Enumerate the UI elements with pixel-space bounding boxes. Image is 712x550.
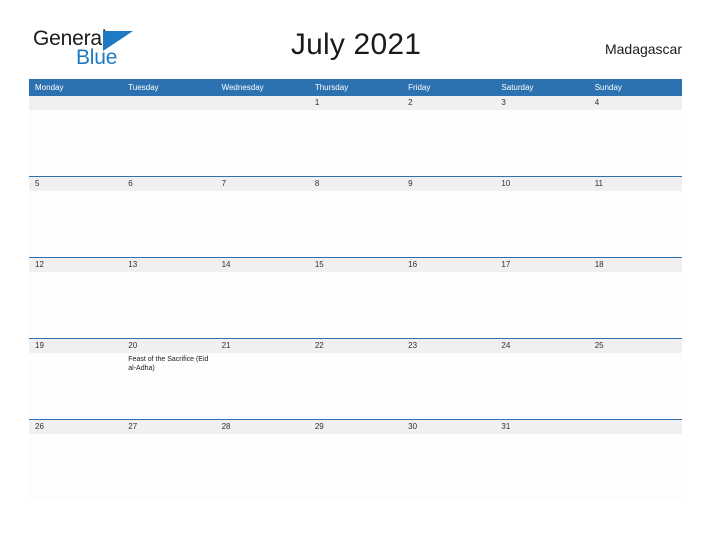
day-number-empty (216, 96, 309, 110)
day-number-18[interactable]: 18 (589, 258, 682, 272)
day-cell-empty (29, 272, 122, 338)
day-cell-empty (589, 191, 682, 257)
week-body-band (29, 272, 682, 338)
weekday-header-saturday: Saturday (501, 83, 534, 92)
day-number-21[interactable]: 21 (216, 339, 309, 353)
day-cell-empty (309, 353, 402, 419)
day-cell-empty (29, 434, 122, 500)
day-cell-empty (402, 272, 495, 338)
day-cell-empty (122, 110, 215, 176)
day-number-30[interactable]: 30 (402, 420, 495, 434)
day-number-9[interactable]: 9 (402, 177, 495, 191)
week-body-band: Feast of the Sacrifice (Eid al-Adha) (29, 353, 682, 419)
day-number-29[interactable]: 29 (309, 420, 402, 434)
day-number-6[interactable]: 6 (122, 177, 215, 191)
day-cell-empty (402, 110, 495, 176)
day-number-26[interactable]: 26 (29, 420, 122, 434)
day-cell-empty (216, 353, 309, 419)
day-number-28[interactable]: 28 (216, 420, 309, 434)
day-cell-empty (29, 110, 122, 176)
day-number-14[interactable]: 14 (216, 258, 309, 272)
day-number-19[interactable]: 19 (29, 339, 122, 353)
week-number-band: 26 27 28 29 30 31 (29, 420, 682, 434)
day-cell-empty (589, 110, 682, 176)
day-cell-empty (122, 191, 215, 257)
day-number-23[interactable]: 23 (402, 339, 495, 353)
day-number-12[interactable]: 12 (29, 258, 122, 272)
day-cell-empty (122, 434, 215, 500)
day-cell-empty (402, 434, 495, 500)
day-cell-empty (495, 272, 588, 338)
day-cell-empty (495, 434, 588, 500)
day-cell-empty (122, 272, 215, 338)
day-cell-empty (309, 272, 402, 338)
day-number-17[interactable]: 17 (495, 258, 588, 272)
weekday-header-tuesday: Tuesday (128, 83, 159, 92)
weekday-header-row: Monday Tuesday Wednesday Thursday Friday Satu… (29, 79, 682, 96)
day-cell-empty (309, 434, 402, 500)
week-number-band: 12 13 14 15 16 17 18 (29, 258, 682, 272)
day-cell-empty (495, 110, 588, 176)
day-number-empty (122, 96, 215, 110)
day-number-24[interactable]: 24 (495, 339, 588, 353)
day-number-22[interactable]: 22 (309, 339, 402, 353)
day-cell-empty (216, 434, 309, 500)
day-cell-empty (29, 191, 122, 257)
day-number-2[interactable]: 2 (402, 96, 495, 110)
day-number-10[interactable]: 10 (495, 177, 588, 191)
day-cell-empty (309, 110, 402, 176)
week-number-band: 19 20 21 22 23 24 25 (29, 339, 682, 353)
week-body-band (29, 434, 682, 500)
week-number-band: 5 6 7 8 9 10 11 (29, 177, 682, 191)
day-number-empty (29, 96, 122, 110)
day-number-20[interactable]: 20 (122, 339, 215, 353)
day-cell-empty (402, 191, 495, 257)
day-number-3[interactable]: 3 (495, 96, 588, 110)
day-cell-empty (216, 191, 309, 257)
day-cell-empty (589, 353, 682, 419)
weekday-header-sunday: Sunday (594, 83, 622, 92)
page-header: General Blue July 2021 Madagascar (0, 0, 712, 76)
day-number-16[interactable]: 16 (402, 258, 495, 272)
day-number-25[interactable]: 25 (589, 339, 682, 353)
day-number-1[interactable]: 1 (309, 96, 402, 110)
day-number-15[interactable]: 15 (309, 258, 402, 272)
weekday-header-monday: Monday (35, 83, 64, 92)
calendar-week-row: 5 6 7 8 9 10 11 (29, 176, 682, 257)
calendar-weeks: 1 2 3 4 5 6 7 8 9 10 11 12 13 14 15 16 17 18 19 20 21 22 23 24 2… (29, 96, 682, 500)
day-number-4[interactable]: 4 (589, 96, 682, 110)
weekday-header-friday: Friday (408, 83, 431, 92)
day-cell-empty (402, 353, 495, 419)
country-label: Madagascar (604, 41, 682, 57)
day-number-27[interactable]: 27 (122, 420, 215, 434)
day-number-13[interactable]: 13 (122, 258, 215, 272)
day-number-7[interactable]: 7 (216, 177, 309, 191)
day-cell-empty (495, 191, 588, 257)
day-cell-empty (589, 434, 682, 500)
calendar-week-row: 19 20 21 22 23 24 25 Feast of the Sacrifice (Ei… (29, 338, 682, 419)
calendar-week-row: 1234 (29, 96, 682, 176)
day-cell-empty (29, 353, 122, 419)
day-number-11[interactable]: 11 (589, 177, 682, 191)
day-number-5[interactable]: 5 (29, 177, 122, 191)
week-body-band (29, 191, 682, 257)
day-cell-empty (589, 272, 682, 338)
calendar-week-row: 26 27 28 29 30 31 (29, 419, 682, 500)
day-cell-empty (216, 272, 309, 338)
week-body-band (29, 110, 682, 176)
calendar-page: General Blue July 2021 Madagascar Monday… (0, 0, 712, 550)
day-cell-empty (495, 353, 588, 419)
day-event-20[interactable]: Feast of the Sacrifice (Eid al-Adha) (122, 353, 215, 419)
week-number-band: 1234 (29, 96, 682, 110)
day-cell-empty (216, 110, 309, 176)
weekday-header-thursday: Thursday (314, 83, 349, 92)
calendar-grid: Monday Tuesday Wednesday Thursday Friday Satu… (29, 79, 682, 500)
calendar-week-row: 12 13 14 15 16 17 18 (29, 257, 682, 338)
weekday-header-wednesday: Wednesday (221, 83, 264, 92)
day-cell-empty (309, 191, 402, 257)
day-number-empty (589, 420, 682, 434)
day-number-31[interactable]: 31 (495, 420, 588, 434)
day-number-8[interactable]: 8 (309, 177, 402, 191)
